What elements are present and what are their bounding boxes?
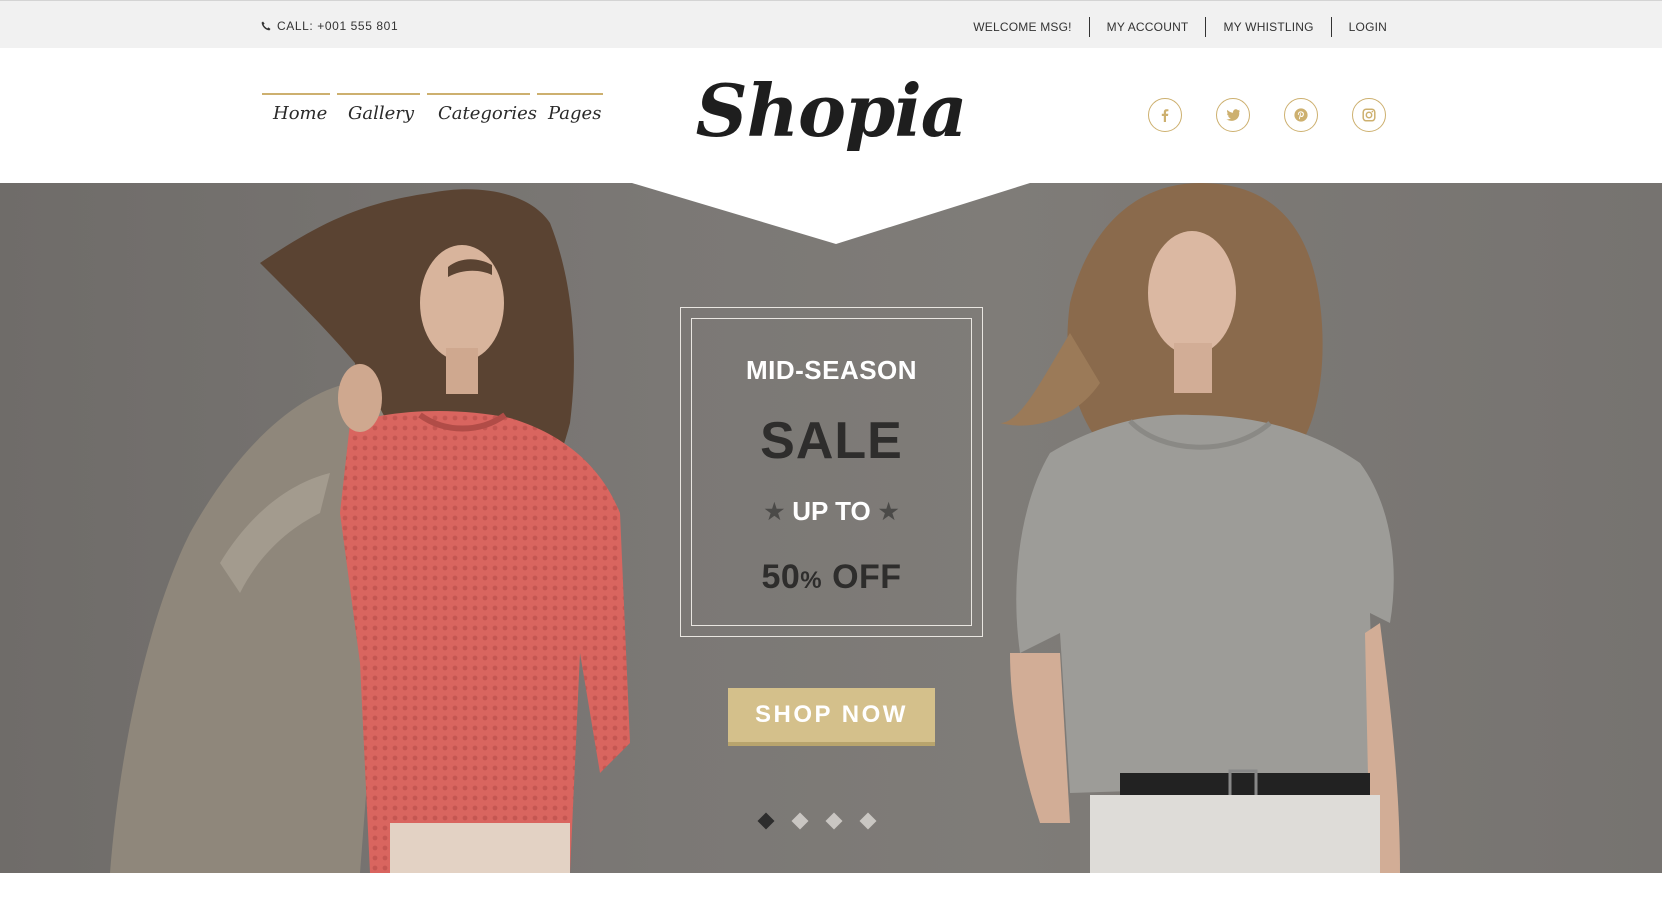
social-links — [1148, 98, 1386, 132]
promo-upto: ★ UP TO ★ — [681, 496, 982, 527]
phone-icon — [261, 21, 271, 31]
promo-upto-label: UP TO — [792, 496, 871, 526]
discount-number: 50 — [761, 558, 801, 596]
slider-dots — [757, 812, 877, 830]
instagram-button[interactable] — [1352, 98, 1386, 132]
pinterest-icon — [1294, 108, 1308, 122]
discount-word: OFF — [832, 558, 902, 596]
model-left-image — [110, 189, 630, 873]
slide-dot-3[interactable] — [825, 812, 843, 830]
promo-season: MID-SEASON — [745, 355, 918, 385]
slide-dot-1[interactable] — [757, 812, 775, 830]
star-icon: ★ — [878, 498, 899, 524]
phone-contact: CALL: +001 555 801 — [261, 19, 398, 33]
twitter-button[interactable] — [1216, 98, 1250, 132]
facebook-button[interactable] — [1148, 98, 1182, 132]
welcome-msg-link[interactable]: WELCOME MSG! — [956, 17, 1088, 37]
top-bar: CALL: +001 555 801 WELCOME MSG! MY ACCOU… — [0, 0, 1662, 48]
hero-banner: MID-SEASON SALE ★ UP TO ★ 50% OFF SHOP N… — [0, 183, 1662, 873]
slide-dot-2[interactable] — [791, 812, 809, 830]
header-notch — [632, 183, 1030, 244]
shop-now-button[interactable]: SHOP NOW — [728, 688, 935, 746]
site-logo[interactable]: Shopia — [0, 66, 1662, 156]
pinterest-button[interactable] — [1284, 98, 1318, 132]
login-link[interactable]: LOGIN — [1330, 17, 1387, 37]
my-account-link[interactable]: MY ACCOUNT — [1088, 17, 1206, 37]
twitter-icon — [1226, 109, 1240, 121]
promo-box: MID-SEASON SALE ★ UP TO ★ 50% OFF — [680, 307, 983, 637]
my-whistling-link[interactable]: MY WHISTLING — [1205, 17, 1330, 37]
model-right-image — [1000, 183, 1400, 873]
instagram-icon — [1362, 108, 1376, 122]
discount-percent: % — [800, 567, 823, 594]
phone-label: CALL: +001 555 801 — [277, 19, 399, 33]
account-links: WELCOME MSG! MY ACCOUNT MY WHISTLING LOG… — [956, 17, 1387, 37]
site-header: Home Gallery Categories Pages Shopia — [0, 48, 1662, 183]
promo-sale: SALE — [760, 412, 903, 470]
facebook-icon — [1161, 109, 1169, 122]
star-icon: ★ — [764, 498, 785, 524]
promo-discount: 50% OFF — [681, 558, 982, 597]
slide-dot-4[interactable] — [859, 812, 877, 830]
